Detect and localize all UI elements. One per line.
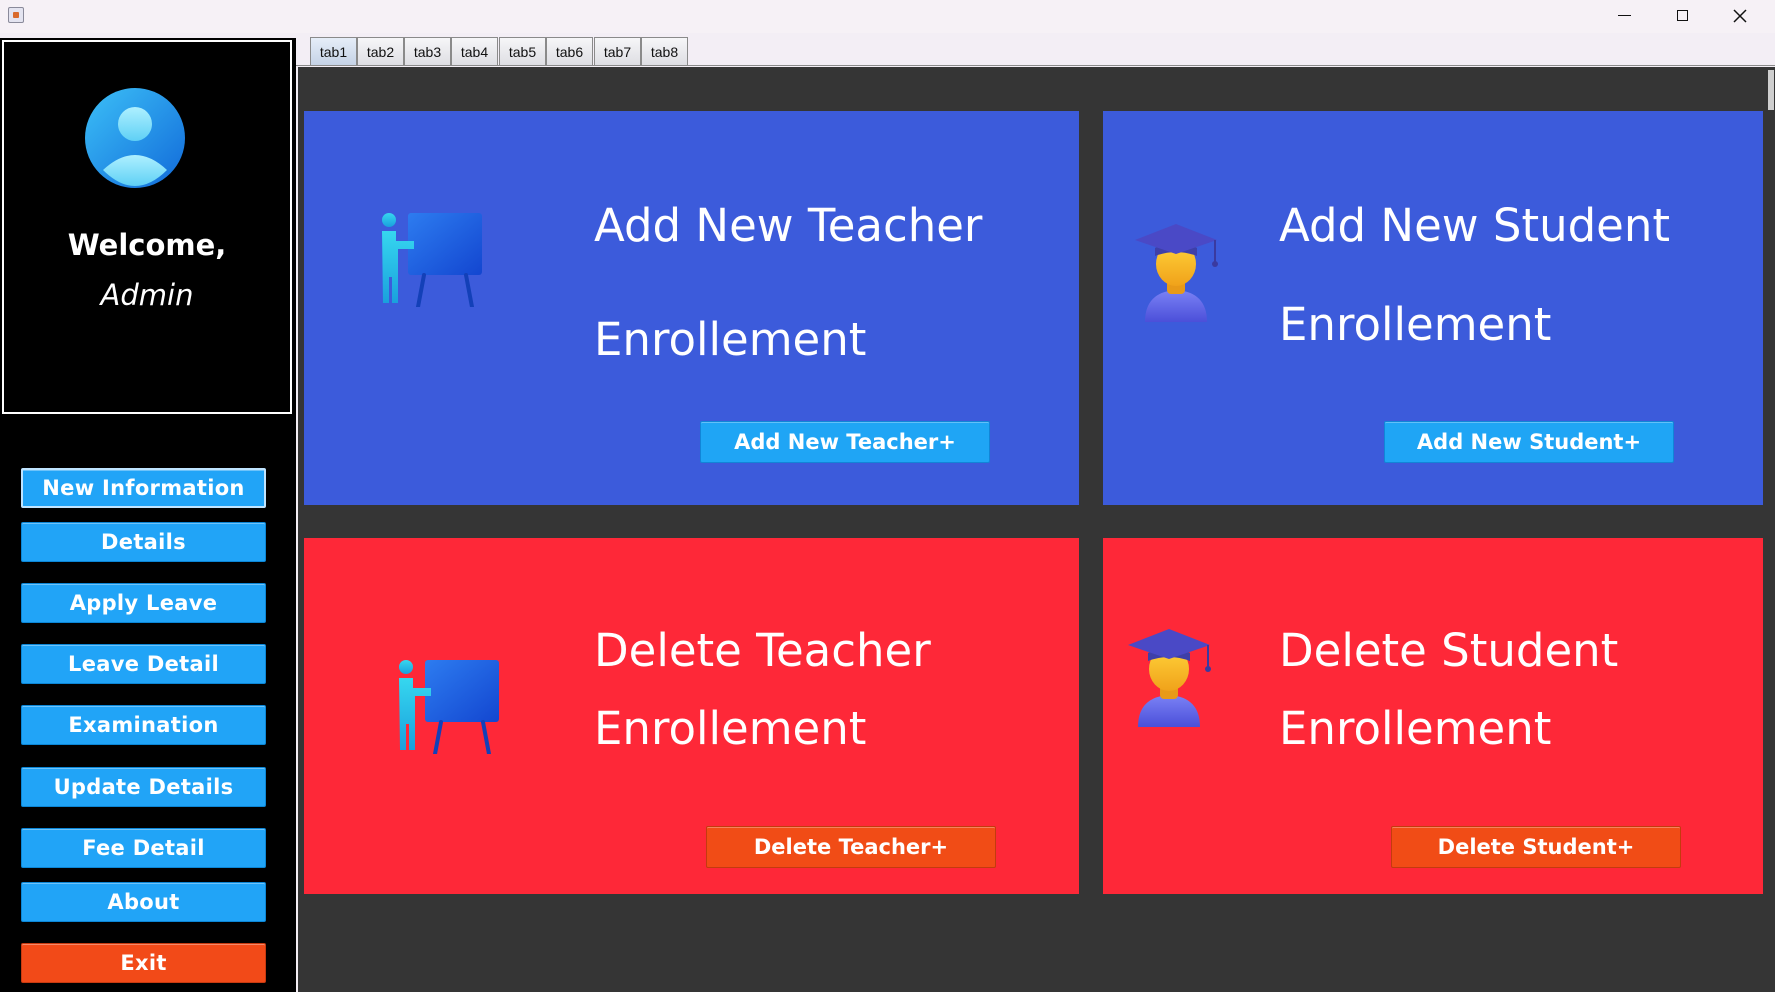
- tab-5[interactable]: tab5: [499, 37, 546, 65]
- tab-strip: tab1 tab2 tab3 tab4 tab5 tab6 tab7 tab8: [296, 34, 1775, 66]
- delete-student-panel: Delete Student Enrollement Delete Studen…: [1103, 538, 1763, 894]
- graduate-student-icon: [1128, 629, 1211, 727]
- exit-button[interactable]: Exit: [21, 943, 266, 983]
- window-titlebar: [0, 0, 1775, 33]
- teacher-board-icon: [399, 660, 499, 754]
- tab-1[interactable]: tab1: [310, 37, 357, 65]
- tab-8[interactable]: tab8: [641, 37, 688, 65]
- update-details-button[interactable]: Update Details: [21, 767, 266, 807]
- delete-teacher-button[interactable]: Delete Teacher+: [706, 826, 996, 868]
- add-teacher-panel: Add New Teacher Enrollement Add New Teac…: [304, 111, 1079, 505]
- add-new-teacher-button[interactable]: Add New Teacher+: [700, 421, 990, 463]
- delete-student-subtitle: Enrollement: [1279, 702, 1552, 755]
- tab-2[interactable]: tab2: [357, 37, 404, 65]
- delete-student-button[interactable]: Delete Student+: [1391, 826, 1681, 868]
- close-button[interactable]: [1711, 0, 1769, 31]
- apply-leave-button[interactable]: Apply Leave: [21, 583, 266, 623]
- delete-teacher-title: Delete Teacher: [594, 624, 931, 677]
- add-teacher-title: Add New Teacher: [594, 199, 983, 252]
- minimize-button[interactable]: [1595, 0, 1653, 31]
- delete-teacher-subtitle: Enrollement: [594, 702, 867, 755]
- minimize-icon: [1617, 14, 1631, 17]
- maximize-icon: [1676, 10, 1688, 21]
- add-new-student-button[interactable]: Add New Student+: [1384, 421, 1674, 463]
- add-student-subtitle: Enrollement: [1279, 298, 1552, 351]
- examination-button[interactable]: Examination: [21, 705, 266, 745]
- new-information-button[interactable]: New Information: [21, 468, 266, 508]
- scrollbar-stub[interactable]: [1768, 70, 1774, 110]
- close-icon: [1733, 8, 1747, 23]
- tab-divider: [296, 65, 1775, 66]
- graduate-student-icon: [1135, 224, 1218, 322]
- tab-content: Add New Teacher Enrollement Add New Teac…: [298, 67, 1775, 992]
- add-student-panel: Add New Student Enrollement Add New Stud…: [1103, 111, 1763, 505]
- tab-3[interactable]: tab3: [404, 37, 451, 65]
- sidebar: Welcome, Admin New Information Details A…: [0, 38, 296, 992]
- tab-4[interactable]: tab4: [451, 37, 498, 65]
- add-student-title: Add New Student: [1279, 199, 1671, 252]
- leave-detail-button[interactable]: Leave Detail: [21, 644, 266, 684]
- java-app-icon: [8, 7, 24, 23]
- add-teacher-subtitle: Enrollement: [594, 313, 867, 366]
- user-avatar-icon: [85, 88, 185, 188]
- details-button[interactable]: Details: [21, 522, 266, 562]
- about-button[interactable]: About: [21, 882, 266, 922]
- delete-student-title: Delete Student: [1279, 624, 1619, 677]
- fee-detail-button[interactable]: Fee Detail: [21, 828, 266, 868]
- profile-card: Welcome, Admin: [2, 40, 292, 414]
- welcome-label: Welcome,: [67, 228, 227, 262]
- tab-7[interactable]: tab7: [594, 37, 641, 65]
- tab-6[interactable]: tab6: [546, 37, 593, 65]
- user-name-label: Admin: [100, 278, 194, 312]
- maximize-button[interactable]: [1653, 0, 1711, 31]
- teacher-board-icon: [382, 213, 482, 307]
- main-area: tab1 tab2 tab3 tab4 tab5 tab6 tab7 tab8 …: [296, 34, 1775, 992]
- delete-teacher-panel: Delete Teacher Enrollement Delete Teache…: [304, 538, 1079, 894]
